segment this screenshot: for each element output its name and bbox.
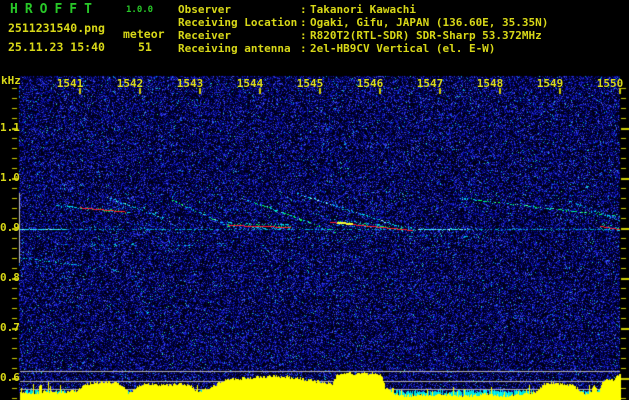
- info-value: Takanori Kawachi: [310, 3, 416, 16]
- info-value: Ogaki, Gifu, JAPAN (136.60E, 35.35N): [310, 16, 549, 29]
- y-tick-label: 0.9: [0, 221, 20, 234]
- x-tick-label: 1544: [236, 77, 264, 90]
- observation-mode: meteor: [123, 27, 165, 41]
- spectrogram-canvas: [0, 0, 629, 400]
- x-tick-label: 1549: [536, 77, 564, 90]
- x-tick-label: 1541: [56, 77, 84, 90]
- info-label: Receiving antenna: [178, 42, 291, 55]
- info-row-observer: Observer: Takanori Kawachi: [178, 3, 416, 16]
- y-tick-label: 0.7: [0, 321, 20, 334]
- x-tick-label: 1545: [296, 77, 324, 90]
- output-filename: 2511231540.png: [8, 21, 105, 35]
- x-tick-label: 1542: [116, 77, 144, 90]
- x-tick-label: 1546: [356, 77, 384, 90]
- info-separator: :: [300, 29, 307, 42]
- info-row-receiver: Receiver: R820T2(RTL-SDR) SDR-Sharp 53.37…: [178, 29, 542, 42]
- timestamp: 25.11.23 15:40: [8, 40, 105, 54]
- app-version: 1.0.0: [126, 5, 154, 15]
- info-separator: :: [300, 3, 307, 16]
- hrofft-screen: HROFFT 1.0.0 2511231540.png meteor 25.11…: [0, 0, 629, 400]
- info-separator: :: [300, 16, 307, 29]
- y-tick-label: 0.6: [0, 371, 20, 384]
- info-row-location: Receiving Location: Ogaki, Gifu, JAPAN (1…: [178, 16, 548, 29]
- x-tick-label: 1548: [476, 77, 504, 90]
- info-value: R820T2(RTL-SDR) SDR-Sharp 53.372MHz: [310, 29, 542, 42]
- info-row-antenna: Receiving antenna:2el-HB9CV Vertical (el…: [178, 42, 495, 55]
- info-separator: :: [300, 42, 307, 55]
- info-label: Receiver: [178, 29, 231, 42]
- x-tick-label: 1547: [416, 77, 444, 90]
- x-tick-label: 1543: [176, 77, 204, 90]
- info-label: Receiving Location: [178, 16, 298, 29]
- info-label: Observer: [178, 3, 231, 16]
- info-value: 2el-HB9CV Vertical (el. E-W): [310, 42, 496, 55]
- echo-count: 51: [138, 40, 152, 54]
- y-axis-unit-label: kHz: [1, 74, 21, 87]
- y-tick-label: 1.0: [0, 171, 20, 184]
- x-tick-label: 1550: [596, 77, 624, 90]
- y-tick-label: 1.1: [0, 121, 20, 134]
- app-title: HROFFT: [10, 2, 99, 17]
- y-tick-label: 0.8: [0, 271, 20, 284]
